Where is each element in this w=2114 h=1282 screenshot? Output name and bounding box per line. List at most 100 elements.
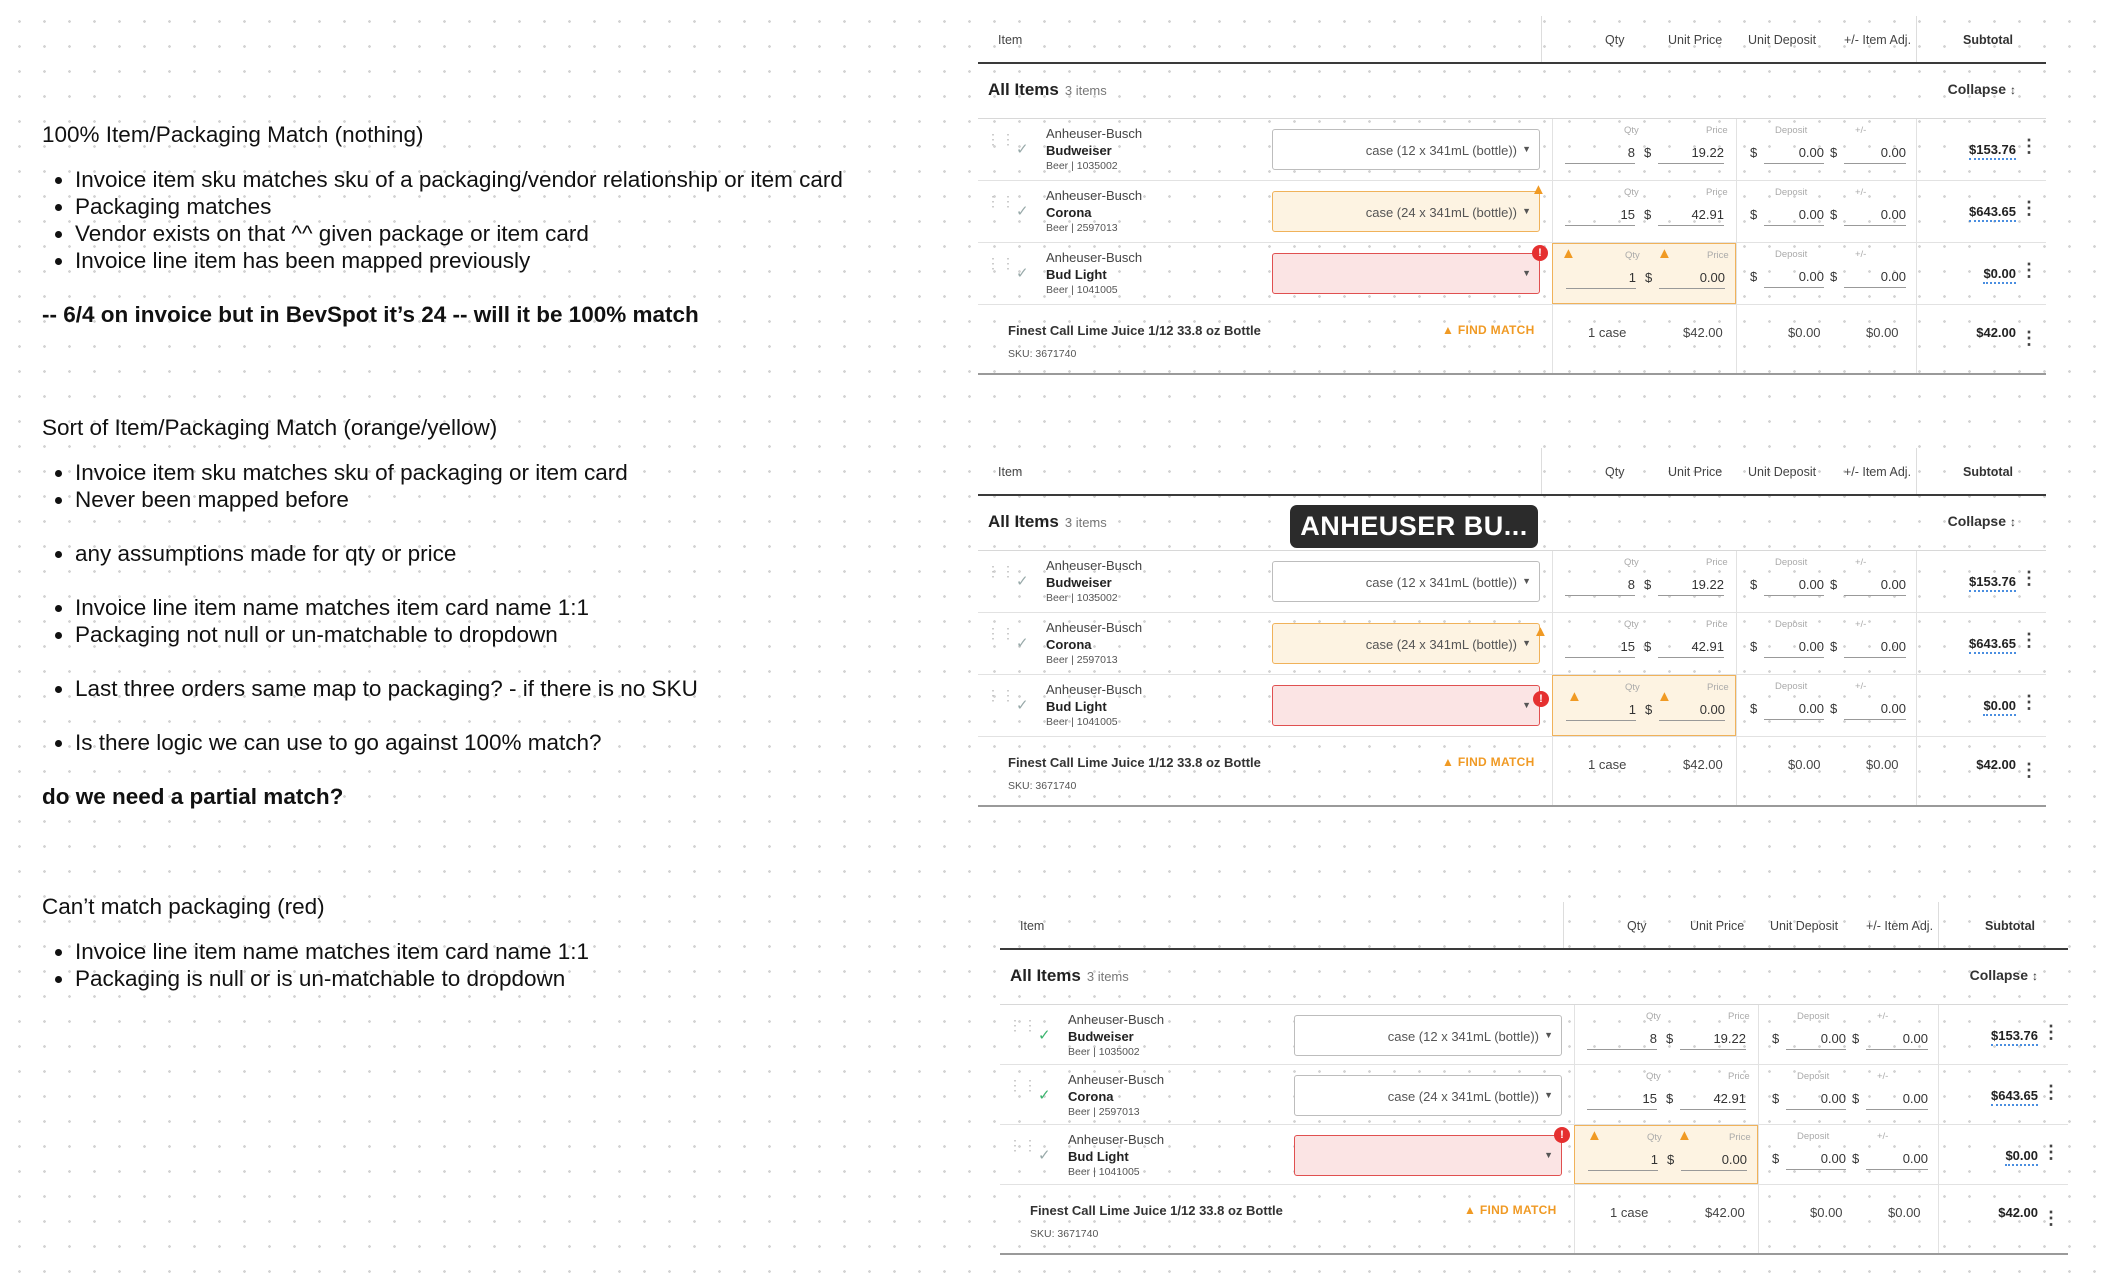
price-label: Price	[1706, 619, 1728, 630]
more-options-icon[interactable]: ⋮	[2042, 1143, 2060, 1161]
find-match-button[interactable]: ▲ FIND MATCH	[1464, 1203, 1557, 1217]
drag-handle-icon[interactable]: ⋮⋮	[986, 626, 1016, 640]
drag-handle-icon[interactable]: ⋮⋮	[1008, 1018, 1038, 1032]
adj-input[interactable]: 0.00	[1844, 639, 1906, 658]
subtotal-value[interactable]: $0.00	[1983, 697, 2016, 716]
item-name[interactable]: Corona	[1046, 637, 1092, 652]
price-input[interactable]: 0.00	[1659, 270, 1725, 289]
qty-input[interactable]: 15	[1565, 639, 1635, 658]
find-match-button[interactable]: ▲ FIND MATCH	[1442, 755, 1535, 769]
deposit-input[interactable]: 0.00	[1786, 1151, 1846, 1170]
drag-handle-icon[interactable]: ⋮⋮	[986, 194, 1016, 208]
more-options-icon[interactable]: ⋮	[2042, 1209, 2060, 1227]
drag-handle-icon[interactable]: ⋮⋮	[986, 688, 1016, 702]
qty-input[interactable]: 8	[1565, 145, 1635, 164]
price-input[interactable]: 19.22	[1658, 577, 1724, 596]
deposit-input[interactable]: 0.00	[1786, 1031, 1846, 1050]
subtotal-value[interactable]: $0.00	[2005, 1147, 2038, 1166]
price-input[interactable]: 19.22	[1658, 145, 1724, 164]
drag-handle-icon[interactable]: ⋮⋮	[1008, 1138, 1038, 1152]
more-options-icon[interactable]: ⋮	[2020, 199, 2038, 217]
deposit-input[interactable]: 0.00	[1764, 639, 1824, 658]
more-options-icon[interactable]: ⋮	[2020, 693, 2038, 711]
item-name[interactable]: Bud Light	[1068, 1149, 1129, 1164]
collapse-button[interactable]: Collapse ↕	[1948, 81, 2016, 97]
subtotal-value[interactable]: $153.76	[1991, 1027, 2038, 1046]
more-options-icon[interactable]: ⋮	[2020, 261, 2038, 279]
packaging-dropdown[interactable]: case (24 x 341mL (bottle)) ▼	[1294, 1075, 1562, 1116]
price-input[interactable]: 42.91	[1658, 207, 1724, 226]
more-options-icon[interactable]: ⋮	[2020, 631, 2038, 649]
qty-input[interactable]: 8	[1587, 1031, 1657, 1050]
item-name[interactable]: Budweiser	[1046, 575, 1112, 590]
more-options-icon[interactable]: ⋮	[2020, 569, 2038, 587]
more-options-icon[interactable]: ⋮	[2020, 329, 2038, 347]
drag-handle-icon[interactable]: ⋮⋮	[986, 132, 1016, 146]
currency-symbol: $	[1750, 639, 1758, 654]
subtotal-value[interactable]: $643.65	[1969, 203, 2016, 222]
subtotal-value[interactable]: $643.65	[1991, 1087, 2038, 1106]
qty-input[interactable]: 1	[1566, 270, 1636, 289]
price-input[interactable]: 42.91	[1680, 1091, 1746, 1110]
subtotal-value[interactable]: $153.76	[1969, 141, 2016, 160]
adj-input[interactable]: 0.00	[1844, 269, 1906, 288]
packaging-dropdown[interactable]: ▼	[1294, 1135, 1562, 1176]
qty-input[interactable]: 1	[1588, 1152, 1658, 1171]
deposit-input[interactable]: 0.00	[1764, 269, 1824, 288]
collapse-button[interactable]: Collapse ↕	[1948, 513, 2016, 529]
drag-handle-icon[interactable]: ⋮⋮	[986, 564, 1016, 578]
item-name[interactable]: Bud Light	[1046, 267, 1107, 282]
drag-handle-icon[interactable]: ⋮⋮	[1008, 1078, 1038, 1092]
packaging-dropdown[interactable]: ▼	[1272, 253, 1540, 294]
adj-input[interactable]: 0.00	[1866, 1151, 1928, 1170]
price-input[interactable]: 0.00	[1659, 702, 1725, 721]
price-input[interactable]: 19.22	[1680, 1031, 1746, 1050]
item-name[interactable]: Budweiser	[1046, 143, 1112, 158]
adj-input[interactable]: 0.00	[1844, 145, 1906, 164]
collapse-button[interactable]: Collapse ↕	[1970, 967, 2038, 983]
subtotal-value[interactable]: $153.76	[1969, 573, 2016, 592]
deposit-input[interactable]: 0.00	[1764, 145, 1824, 164]
deposit-input[interactable]: 0.00	[1764, 207, 1824, 226]
note-bullet: Packaging is null or is un-matchable to …	[75, 965, 589, 992]
item-name[interactable]: Budweiser	[1068, 1029, 1134, 1044]
item-name[interactable]: Bud Light	[1046, 699, 1107, 714]
packaging-dropdown[interactable]: case (12 x 341mL (bottle)) ▼	[1294, 1015, 1562, 1056]
find-match-button[interactable]: ▲ FIND MATCH	[1442, 323, 1535, 337]
item-category-code: Beer | 1035002	[1046, 160, 1118, 172]
drag-handle-icon[interactable]: ⋮⋮	[986, 256, 1016, 270]
item-name[interactable]: Corona	[1068, 1089, 1114, 1104]
qty-input[interactable]: 8	[1565, 577, 1635, 596]
price-input[interactable]: 0.00	[1681, 1152, 1747, 1171]
deposit-input[interactable]: 0.00	[1764, 577, 1824, 596]
packaging-dropdown[interactable]: case (12 x 341mL (bottle)) ▼	[1272, 561, 1540, 602]
adj-input[interactable]: 0.00	[1844, 577, 1906, 596]
price-input[interactable]: 42.91	[1658, 639, 1724, 658]
deposit-input[interactable]: 0.00	[1786, 1091, 1846, 1110]
more-options-icon[interactable]: ⋮	[2042, 1023, 2060, 1041]
more-options-icon[interactable]: ⋮	[2042, 1083, 2060, 1101]
subtotal-value[interactable]: $0.00	[1983, 265, 2016, 284]
checkmark-icon: ✓	[1016, 203, 1029, 220]
price-label: Price	[1728, 1011, 1750, 1022]
adj-input[interactable]: 0.00	[1866, 1031, 1928, 1050]
item-name[interactable]: Corona	[1046, 205, 1092, 220]
packaging-dropdown[interactable]: case (24 x 341mL (bottle)) ▼	[1272, 191, 1540, 232]
more-options-icon[interactable]: ⋮	[2020, 761, 2038, 779]
price-label: Price	[1728, 1071, 1750, 1082]
item-count: 3 items	[1086, 969, 1129, 984]
adj-input[interactable]: 0.00	[1866, 1091, 1928, 1110]
more-options-icon[interactable]: ⋮	[2020, 137, 2038, 155]
packaging-dropdown[interactable]: case (24 x 341mL (bottle)) ▼	[1272, 623, 1540, 664]
deposit-input[interactable]: 0.00	[1764, 701, 1824, 720]
qty-input[interactable]: 1	[1566, 702, 1636, 721]
qty-input[interactable]: 15	[1587, 1091, 1657, 1110]
qty-input[interactable]: 15	[1565, 207, 1635, 226]
packaging-dropdown[interactable]: case (12 x 341mL (bottle)) ▼	[1272, 129, 1540, 170]
unmatched-deposit: $0.00	[1788, 757, 1821, 772]
subtotal-value[interactable]: $643.65	[1969, 635, 2016, 654]
adj-input[interactable]: 0.00	[1844, 701, 1906, 720]
packaging-dropdown[interactable]: ▼	[1272, 685, 1540, 726]
qty-price-group: ▲ ▲ Qty Price 1 $ 0.00	[1552, 675, 1736, 736]
adj-input[interactable]: 0.00	[1844, 207, 1906, 226]
